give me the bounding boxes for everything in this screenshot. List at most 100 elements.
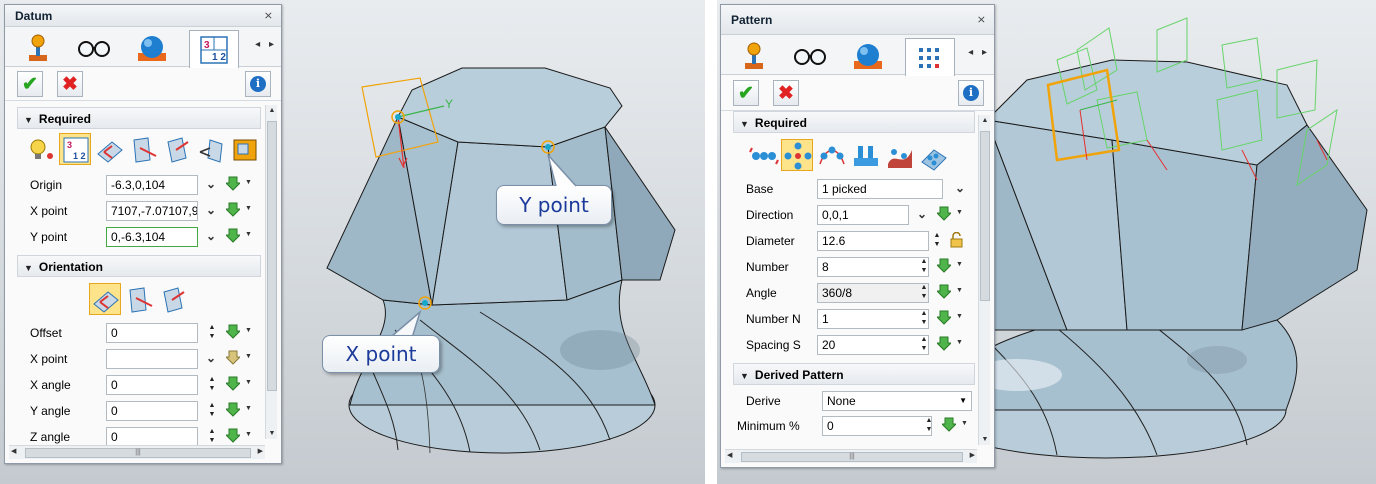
spinner-icon[interactable]: ▲ ▼ <box>924 416 934 436</box>
number-n-input[interactable]: 1 <box>817 309 929 329</box>
x-angle-input[interactable]: 0 <box>106 375 198 395</box>
datum-type-plane-a[interactable] <box>93 133 125 165</box>
scroll-down-icon[interactable]: ▼ <box>979 436 991 443</box>
scroll-up-icon[interactable]: ▲ <box>266 107 278 114</box>
y-angle-input[interactable]: 0 <box>106 401 198 421</box>
pattern-type-variable[interactable] <box>917 139 949 171</box>
dropdown-arrow-icon[interactable]: ▼ <box>245 379 252 386</box>
pick-arrow-icon[interactable] <box>226 324 240 340</box>
derive-select[interactable]: None ▼ <box>822 391 972 411</box>
close-icon[interactable]: ⨯ <box>977 5 986 35</box>
tab-pattern[interactable] <box>905 38 955 76</box>
scroll-thumb[interactable] <box>980 131 990 301</box>
tab-scroll-arrows[interactable]: ◂ ▸ <box>968 47 990 58</box>
cancel-button[interactable]: ✖ <box>773 80 799 106</box>
angle-input[interactable]: 360/8 <box>817 283 929 303</box>
scroll-down-icon[interactable]: ▼ <box>266 430 278 437</box>
tab-joystick[interactable] <box>729 38 779 74</box>
section-orientation[interactable]: ▼ Orientation <box>17 255 261 277</box>
scroll-up-icon[interactable]: ▲ <box>979 117 991 124</box>
orientation-mode-b[interactable] <box>123 283 155 315</box>
pick-arrow-icon[interactable] <box>942 417 956 433</box>
spinner-icon[interactable]: ▲ ▼ <box>932 231 942 251</box>
info-button[interactable]: i <box>245 71 271 97</box>
dropdown-arrow-icon[interactable]: ▼ <box>245 431 252 438</box>
horizontal-scrollbar[interactable]: ◀ ||| ▶ <box>725 449 977 463</box>
close-icon[interactable]: ⨯ <box>264 5 273 27</box>
scroll-right-icon[interactable]: ▶ <box>970 451 975 459</box>
dropdown-arrow-icon[interactable]: ▼ <box>245 231 252 238</box>
dropdown-arrow-icon[interactable]: ▼ <box>956 209 963 216</box>
offset-input[interactable]: 0 <box>106 323 198 343</box>
pick-arrow-icon[interactable] <box>226 176 240 192</box>
ok-button[interactable]: ✔ <box>733 80 759 106</box>
pattern-type-linear[interactable] <box>747 139 779 171</box>
tab-view[interactable] <box>785 38 835 74</box>
dropdown-arrow-icon[interactable]: ▼ <box>245 405 252 412</box>
scroll-left-icon[interactable]: ◀ <box>727 451 732 459</box>
pick-arrow-icon[interactable] <box>937 206 951 222</box>
tab-view[interactable] <box>69 30 119 66</box>
pick-arrow-icon[interactable] <box>226 428 240 444</box>
direction-input[interactable]: 0,0,1 <box>817 205 909 225</box>
dropdown-arrow-icon[interactable]: ▼ <box>245 179 252 186</box>
pick-arrow-icon[interactable] <box>937 258 951 274</box>
scroll-right-icon[interactable]: ▶ <box>258 447 263 455</box>
orient-x-point-input[interactable] <box>106 349 198 369</box>
datum-type-plane-c[interactable] <box>161 133 193 165</box>
tab-scroll-arrows[interactable]: ◂ ▸ <box>255 39 277 50</box>
datum-type-plane-e[interactable] <box>229 133 261 165</box>
spinner-icon[interactable]: ▲ ▼ <box>207 375 217 395</box>
pick-arrow-icon[interactable] <box>937 336 951 352</box>
base-input[interactable]: 1 picked <box>817 179 943 199</box>
chevron-down-icon[interactable]: ⌄ <box>206 177 216 191</box>
spinner-icon[interactable]: ▲ ▼ <box>919 309 929 329</box>
dropdown-arrow-icon[interactable]: ▼ <box>245 205 252 212</box>
datum-type-3point[interactable]: 31 2 <box>59 133 91 165</box>
tab-joystick[interactable] <box>13 30 63 66</box>
spinner-icon[interactable]: ▲ ▼ <box>919 335 929 355</box>
pick-arrow-icon[interactable] <box>226 376 240 392</box>
ok-button[interactable]: ✔ <box>17 71 43 97</box>
number-input[interactable]: 8 <box>817 257 929 277</box>
tab-render[interactable] <box>127 30 177 66</box>
scroll-thumb-horizontal[interactable]: ||| <box>25 448 251 458</box>
pick-arrow-icon[interactable] <box>226 402 240 418</box>
datum-type-plane-d[interactable] <box>195 133 227 165</box>
diameter-input[interactable]: 12.6 <box>817 231 929 251</box>
tab-render[interactable] <box>843 38 893 74</box>
chevron-down-icon[interactable]: ⌄ <box>917 207 927 221</box>
spacing-s-input[interactable]: 20 <box>817 335 929 355</box>
section-required[interactable]: ▼ Required <box>17 107 261 129</box>
dropdown-arrow-icon[interactable]: ▼ <box>956 287 963 294</box>
horizontal-scrollbar[interactable]: ◀ ||| ▶ <box>9 445 265 459</box>
dropdown-arrow-icon[interactable]: ▼ <box>956 313 963 320</box>
pattern-type-curve[interactable] <box>815 139 847 171</box>
orientation-mode-a[interactable] <box>89 283 121 315</box>
dropdown-arrow-icon[interactable]: ▼ <box>956 339 963 346</box>
scroll-left-icon[interactable]: ◀ <box>11 447 16 455</box>
pick-arrow-icon[interactable] <box>226 202 240 218</box>
vertical-scrollbar[interactable]: ▲ ▼ <box>265 105 277 439</box>
y-point-input[interactable]: 0,-6.3,104 <box>106 227 198 247</box>
chevron-down-icon[interactable]: ⌄ <box>206 351 216 365</box>
dropdown-arrow-icon[interactable]: ▼ <box>961 420 968 427</box>
pattern-type-surface[interactable] <box>883 139 915 171</box>
chevron-down-icon[interactable]: ⌄ <box>206 203 216 217</box>
spinner-icon[interactable]: ▲ ▼ <box>919 257 929 277</box>
chevron-down-icon[interactable]: ⌄ <box>955 181 965 195</box>
section-required[interactable]: ▼ Required <box>733 111 975 133</box>
pick-arrow-icon[interactable] <box>937 310 951 326</box>
spinner-icon[interactable]: ▲ ▼ <box>919 283 929 303</box>
spinner-icon[interactable]: ▲ ▼ <box>207 427 217 447</box>
pick-arrow-icon[interactable] <box>937 284 951 300</box>
spinner-icon[interactable]: ▲ ▼ <box>207 323 217 343</box>
z-angle-input[interactable]: 0 <box>106 427 198 447</box>
pattern-type-fill[interactable] <box>849 139 881 171</box>
pattern-type-circular[interactable] <box>781 139 813 171</box>
cancel-button[interactable]: ✖ <box>57 71 83 97</box>
datum-type-plane-b[interactable] <box>127 133 159 165</box>
section-derived-pattern[interactable]: ▼ Derived Pattern <box>733 363 975 385</box>
origin-input[interactable]: -6.3,0,104 <box>106 175 198 195</box>
dropdown-arrow-icon[interactable]: ▼ <box>245 353 252 360</box>
